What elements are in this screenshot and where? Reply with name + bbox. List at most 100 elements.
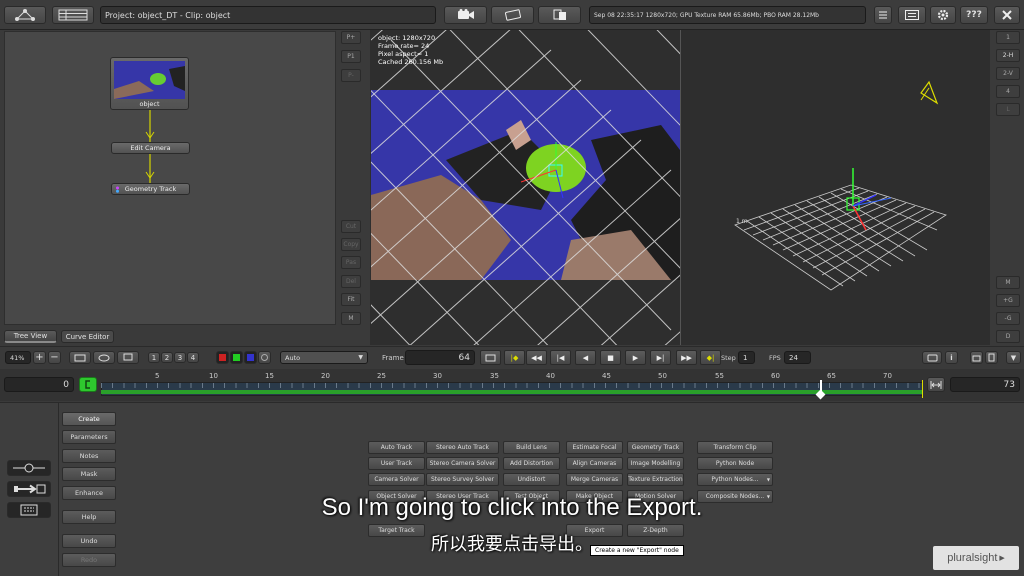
timeline-tick-label: 55 bbox=[715, 372, 724, 380]
node-graph-view-button[interactable] bbox=[4, 6, 46, 24]
menu-notes[interactable]: Notes bbox=[62, 449, 116, 463]
snapshot-button[interactable] bbox=[970, 351, 983, 364]
create-stereo-camera-solver-button[interactable]: Stereo Camera Solver bbox=[426, 457, 499, 470]
create-stereo-survey-solver-button[interactable]: Stereo Survey Solver bbox=[426, 473, 499, 486]
channel-alpha-button[interactable] bbox=[258, 351, 271, 364]
create-build-lens-button[interactable]: Build Lens bbox=[503, 441, 560, 454]
lens-icon bbox=[98, 354, 110, 361]
create-camera-solver-button[interactable]: Camera Solver bbox=[368, 473, 425, 486]
play-button[interactable]: ▶ bbox=[625, 350, 646, 365]
list-view-button[interactable] bbox=[52, 6, 94, 24]
view-number-3[interactable]: 3 bbox=[174, 352, 186, 363]
rewind-start-button[interactable]: ◀◀ bbox=[526, 350, 547, 365]
create-image-modelling-button[interactable]: Image Modelling bbox=[627, 457, 684, 470]
create-align-cameras-button[interactable]: Align Cameras bbox=[566, 457, 623, 470]
view-number-2[interactable]: 2 bbox=[161, 352, 173, 363]
create-geometry-track-button[interactable]: Geometry Track bbox=[627, 441, 684, 454]
tab-curve-editor[interactable]: Curve Editor bbox=[61, 330, 114, 343]
in-point-button[interactable] bbox=[79, 377, 97, 392]
create-undistort-button[interactable]: Undistort bbox=[503, 473, 560, 486]
forward-end-button[interactable]: ▶▶ bbox=[676, 350, 697, 365]
fit-view-button[interactable] bbox=[69, 351, 91, 364]
view-button-d[interactable]: D bbox=[996, 330, 1020, 343]
prev-key-button[interactable]: |◆ bbox=[504, 350, 525, 365]
tracker-mode-button[interactable] bbox=[491, 6, 534, 24]
side-button-cut[interactable]: Cut bbox=[341, 220, 361, 233]
overlay-button[interactable] bbox=[922, 351, 942, 364]
next-key-button[interactable]: ◆| bbox=[700, 350, 721, 365]
view-layout-4[interactable]: 4 bbox=[996, 85, 1020, 98]
frame-field[interactable]: 64 bbox=[405, 350, 475, 365]
play-back-button[interactable]: ◀ bbox=[575, 350, 596, 365]
info-button[interactable]: i bbox=[945, 351, 958, 364]
create-python-nodes-button[interactable]: Python Nodes... ▼ bbox=[697, 473, 773, 486]
camera-mode-button[interactable] bbox=[444, 6, 487, 24]
view-number-1[interactable]: 1 bbox=[148, 352, 160, 363]
geometry-track-node[interactable]: Geometry Track bbox=[111, 183, 190, 195]
view-layout-1[interactable]: 1 bbox=[996, 31, 1020, 44]
channel-green-button[interactable] bbox=[230, 351, 243, 364]
create-stereo-auto-track-button[interactable]: Stereo Auto Track bbox=[426, 441, 499, 454]
step-forward-button[interactable]: ▶| bbox=[650, 350, 671, 365]
layout-button[interactable] bbox=[898, 6, 926, 24]
side-button-fit[interactable]: Fit bbox=[341, 293, 361, 306]
display-mode-select[interactable]: Auto ▼ bbox=[280, 351, 368, 364]
create-transform-clip-button[interactable]: Transform Clip bbox=[697, 441, 773, 454]
help-button[interactable]: ??? bbox=[960, 6, 988, 24]
create-texture-extraction-button[interactable]: Texture Extraction bbox=[627, 473, 684, 486]
arrow-to-box-icon bbox=[14, 484, 46, 494]
lens-view-button[interactable] bbox=[93, 351, 115, 364]
view-number-4[interactable]: 4 bbox=[187, 352, 199, 363]
frame-view-button[interactable] bbox=[480, 350, 501, 365]
close-button[interactable] bbox=[994, 6, 1020, 24]
edit-camera-node[interactable]: Edit Camera bbox=[111, 142, 190, 154]
monitor-button[interactable] bbox=[117, 351, 139, 364]
side-button-delete[interactable]: Del bbox=[341, 275, 361, 288]
step-field[interactable]: 1 bbox=[738, 351, 755, 364]
side-button-m[interactable]: M bbox=[341, 312, 361, 325]
tab-tree-view[interactable]: Tree View bbox=[4, 330, 57, 343]
view-button-m[interactable]: M bbox=[996, 276, 1020, 289]
collapse-button[interactable]: ▼ bbox=[1006, 351, 1021, 364]
side-button-p-plus[interactable]: P+ bbox=[341, 31, 361, 44]
stop-button[interactable]: ■ bbox=[600, 350, 621, 365]
log-button[interactable] bbox=[874, 6, 892, 24]
view-layout-2h[interactable]: 2-H bbox=[996, 49, 1020, 62]
zoom-field[interactable]: 41% bbox=[5, 351, 31, 364]
subtitle-chinese: 所以我要点击导出。 bbox=[431, 534, 593, 555]
side-button-p1[interactable]: P1 bbox=[341, 50, 361, 63]
menu-parameters[interactable]: Parameters bbox=[62, 430, 116, 444]
info-frame-rate: Frame rate= 24 bbox=[378, 42, 430, 50]
create-merge-cameras-button[interactable]: Merge Cameras bbox=[566, 473, 623, 486]
side-button-paste[interactable]: Pas bbox=[341, 256, 361, 269]
view-button-minus-g[interactable]: -G bbox=[996, 312, 1020, 325]
view-layout-l[interactable]: L bbox=[996, 103, 1020, 116]
clip-node-object[interactable]: object bbox=[110, 57, 189, 110]
channel-blue-button[interactable] bbox=[244, 351, 257, 364]
menu-create[interactable]: Create bbox=[62, 412, 116, 426]
side-button-p-minus[interactable]: P- bbox=[341, 69, 361, 82]
view-layout-2v[interactable]: 2-V bbox=[996, 67, 1020, 80]
alpha-circle-icon bbox=[261, 354, 268, 361]
create-add-distortion-button[interactable]: Add Distortion bbox=[503, 457, 560, 470]
preferences-button[interactable] bbox=[930, 6, 956, 24]
timeline-start-field[interactable]: 0 bbox=[4, 377, 74, 392]
create-estimate-focal-button[interactable]: Estimate Focal bbox=[566, 441, 623, 454]
fit-range-button[interactable] bbox=[927, 377, 945, 392]
status-readout: Sep 08 22:35:17 1280x720; GPU Texture RA… bbox=[589, 6, 866, 24]
view-button-plus-g[interactable]: +G bbox=[996, 294, 1020, 307]
menu-mask[interactable]: Mask bbox=[62, 467, 116, 481]
zoom-in-button[interactable]: + bbox=[33, 351, 46, 364]
channel-red-button[interactable] bbox=[216, 351, 229, 364]
create-user-track-button[interactable]: User Track bbox=[368, 457, 425, 470]
cursor-tool-button[interactable] bbox=[7, 460, 51, 476]
timeline-end-field[interactable]: 73 bbox=[950, 377, 1020, 392]
step-back-button[interactable]: |◀ bbox=[550, 350, 571, 365]
clip-mode-button[interactable] bbox=[538, 6, 581, 24]
side-button-copy[interactable]: Copy bbox=[341, 238, 361, 251]
zoom-out-button[interactable]: − bbox=[48, 351, 61, 364]
fps-field[interactable]: 24 bbox=[784, 351, 811, 364]
create-auto-track-button[interactable]: Auto Track bbox=[368, 441, 425, 454]
create-python-node-button[interactable]: Python Node bbox=[697, 457, 773, 470]
export-view-button[interactable] bbox=[985, 351, 998, 364]
